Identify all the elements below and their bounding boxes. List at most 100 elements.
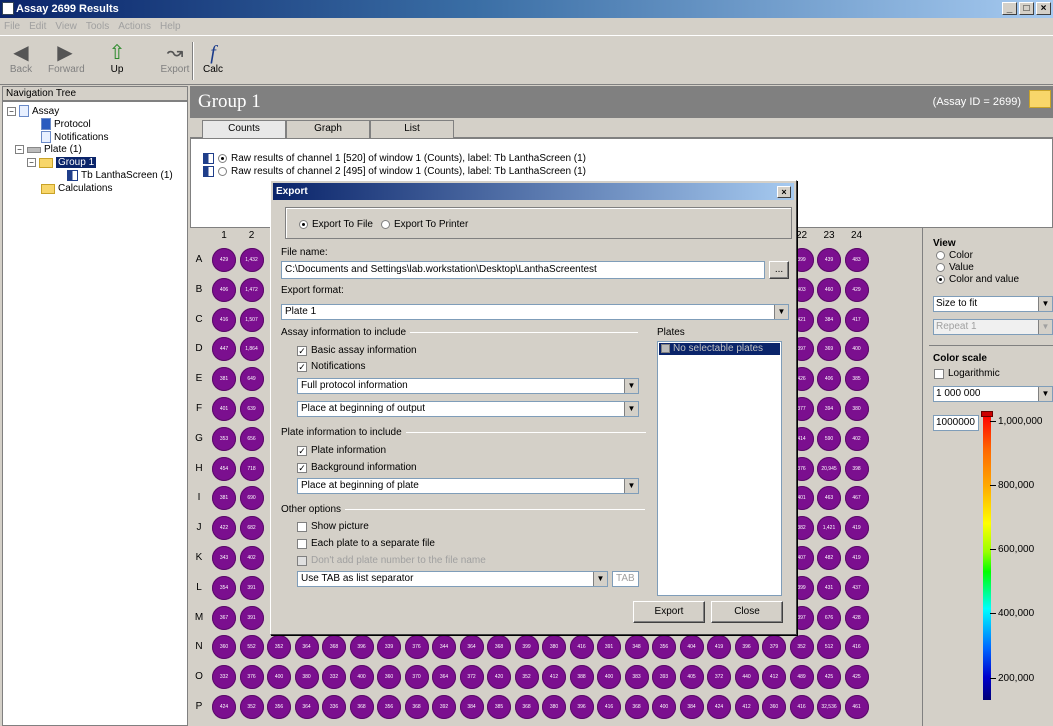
plate-well[interactable]: 368 [322, 635, 346, 660]
menu-tools[interactable]: Tools [86, 18, 109, 35]
up-button[interactable]: ⇧ Up [100, 42, 134, 75]
plate-well[interactable]: 402 [844, 426, 869, 451]
file-name-input[interactable]: C:\Documents and Settings\lab.workstatio… [281, 261, 765, 279]
repeat-select[interactable]: Repeat 1 ▼ [933, 319, 1053, 335]
plate-well[interactable]: 412 [542, 665, 566, 690]
column-header[interactable]: 1 [212, 230, 236, 244]
export-to-file-radio[interactable] [299, 220, 308, 229]
plate-well[interactable]: 424 [707, 695, 731, 719]
tree-item-tb-lanthascreen[interactable]: Tb LanthaScreen (1) [67, 170, 173, 181]
basic-assay-option[interactable]: ✓ Basic assay information [297, 345, 417, 356]
plate-well[interactable]: 422 [212, 516, 236, 541]
folder-icon[interactable] [1029, 90, 1051, 108]
plate-well[interactable]: 399 [514, 635, 539, 660]
plate-info-option[interactable]: ✓ Plate information [297, 445, 386, 456]
plate-well[interactable]: 360 [377, 665, 401, 690]
basic-assay-checkbox[interactable]: ✓ [297, 345, 307, 356]
plate-well[interactable]: 682 [239, 516, 264, 541]
plate-well[interactable]: 367 [212, 605, 236, 630]
tab-graph[interactable]: Graph [286, 120, 370, 138]
plate-well[interactable]: 376 [239, 665, 264, 690]
plate-well[interactable]: 384 [679, 695, 704, 719]
plate-well[interactable]: 412 [734, 695, 759, 719]
plate-well[interactable]: 454 [212, 456, 236, 481]
plate-well[interactable]: 460 [817, 277, 841, 302]
plate-well[interactable]: 649 [239, 367, 264, 392]
maximize-button[interactable]: □ [1019, 2, 1034, 15]
scale-max-input[interactable]: 1000000 [933, 415, 979, 431]
plate-well[interactable]: 676 [817, 605, 841, 630]
plate-well[interactable]: 639 [239, 397, 264, 421]
minimize-button[interactable]: _ [1002, 2, 1017, 15]
plate-well[interactable]: 385 [844, 367, 869, 392]
show-picture-checkbox[interactable] [297, 521, 307, 532]
dialog-titlebar[interactable]: Export × [273, 183, 794, 200]
row-header[interactable]: M [192, 612, 206, 623]
assay-placement-select[interactable]: Place at beginning of output ▼ [297, 401, 639, 417]
plate-well[interactable]: 379 [762, 635, 786, 660]
plate-well[interactable]: 393 [652, 665, 676, 690]
plate-well[interactable]: 400 [349, 665, 374, 690]
plate-placement-select[interactable]: Place at beginning of plate ▼ [297, 478, 639, 494]
row-header[interactable]: I [192, 492, 206, 503]
plate-well[interactable]: 429 [212, 248, 236, 272]
plate-well[interactable]: 447 [212, 337, 236, 362]
size-select[interactable]: Size to fit ▼ [933, 296, 1053, 312]
tree-item-protocol[interactable]: Protocol [41, 118, 91, 130]
plate-well[interactable]: 376 [404, 635, 429, 660]
channel-2-option[interactable]: Raw results of channel 2 [495] of window… [203, 166, 586, 177]
export-to-printer-option[interactable]: Export To Printer [381, 219, 468, 230]
menu-file[interactable]: File [4, 18, 20, 35]
plate-well[interactable]: 425 [844, 665, 869, 690]
separator-select[interactable]: Use TAB as list separator ▼ [297, 571, 608, 587]
plate-well[interactable]: 356 [652, 635, 676, 660]
plate-well[interactable]: 391 [239, 575, 264, 600]
row-header[interactable]: K [192, 552, 206, 563]
plate-well[interactable]: 356 [377, 695, 401, 719]
row-header[interactable]: F [192, 403, 206, 414]
plate-well[interactable]: 416 [597, 695, 621, 719]
plate-well[interactable]: 429 [844, 277, 869, 302]
plate-well[interactable]: 419 [844, 546, 869, 570]
plate-well[interactable]: 332 [322, 665, 346, 690]
plate-well[interactable]: 380 [844, 397, 869, 421]
logarithmic-checkbox[interactable] [934, 368, 944, 379]
plate-well[interactable]: 400 [267, 665, 291, 690]
plates-list-item[interactable]: No selectable plates [659, 343, 780, 355]
menu-edit[interactable]: Edit [29, 18, 46, 35]
back-button[interactable]: ◀ Back [4, 42, 38, 75]
column-header[interactable]: 24 [845, 230, 869, 244]
collapse-icon[interactable]: − [7, 106, 16, 116]
forward-button[interactable]: ▶ Forward [48, 42, 85, 75]
tree-item-plate[interactable]: − Plate (1) [15, 144, 82, 155]
plate-well[interactable]: 380 [542, 635, 566, 660]
plate-well[interactable]: 398 [844, 456, 869, 481]
plate-well[interactable]: 482 [817, 546, 841, 570]
column-header[interactable]: 23 [817, 230, 841, 244]
plate-well[interactable]: 381 [212, 367, 236, 392]
plate-well[interactable]: 402 [239, 546, 264, 570]
plate-well[interactable]: 339 [377, 635, 401, 660]
row-header[interactable]: L [192, 582, 206, 593]
plate-well[interactable]: 396 [569, 695, 594, 719]
background-info-checkbox[interactable]: ✓ [297, 462, 307, 473]
plate-well[interactable]: 437 [844, 575, 869, 600]
dont-add-number-checkbox[interactable] [297, 555, 307, 566]
plate-well[interactable]: 417 [844, 307, 869, 332]
plate-well[interactable]: 394 [817, 397, 841, 421]
menu-help[interactable]: Help [160, 18, 181, 35]
row-header[interactable]: D [192, 343, 206, 354]
tree-item-group-1[interactable]: − Group 1 [27, 157, 97, 168]
plate-well[interactable]: 380 [294, 665, 319, 690]
plate-well[interactable]: 405 [679, 665, 704, 690]
menu-actions[interactable]: Actions [118, 18, 151, 35]
export-format-select[interactable]: Plate 1 ▼ [281, 304, 789, 320]
plate-well[interactable]: 656 [239, 426, 264, 451]
plate-well[interactable]: 483 [844, 248, 869, 272]
plate-well[interactable]: 368 [349, 695, 374, 719]
row-header[interactable]: C [192, 314, 206, 325]
plate-well[interactable]: 384 [817, 307, 841, 332]
plate-well[interactable]: 552 [239, 635, 264, 660]
row-header[interactable]: H [192, 463, 206, 474]
plate-well[interactable]: 348 [624, 635, 649, 660]
